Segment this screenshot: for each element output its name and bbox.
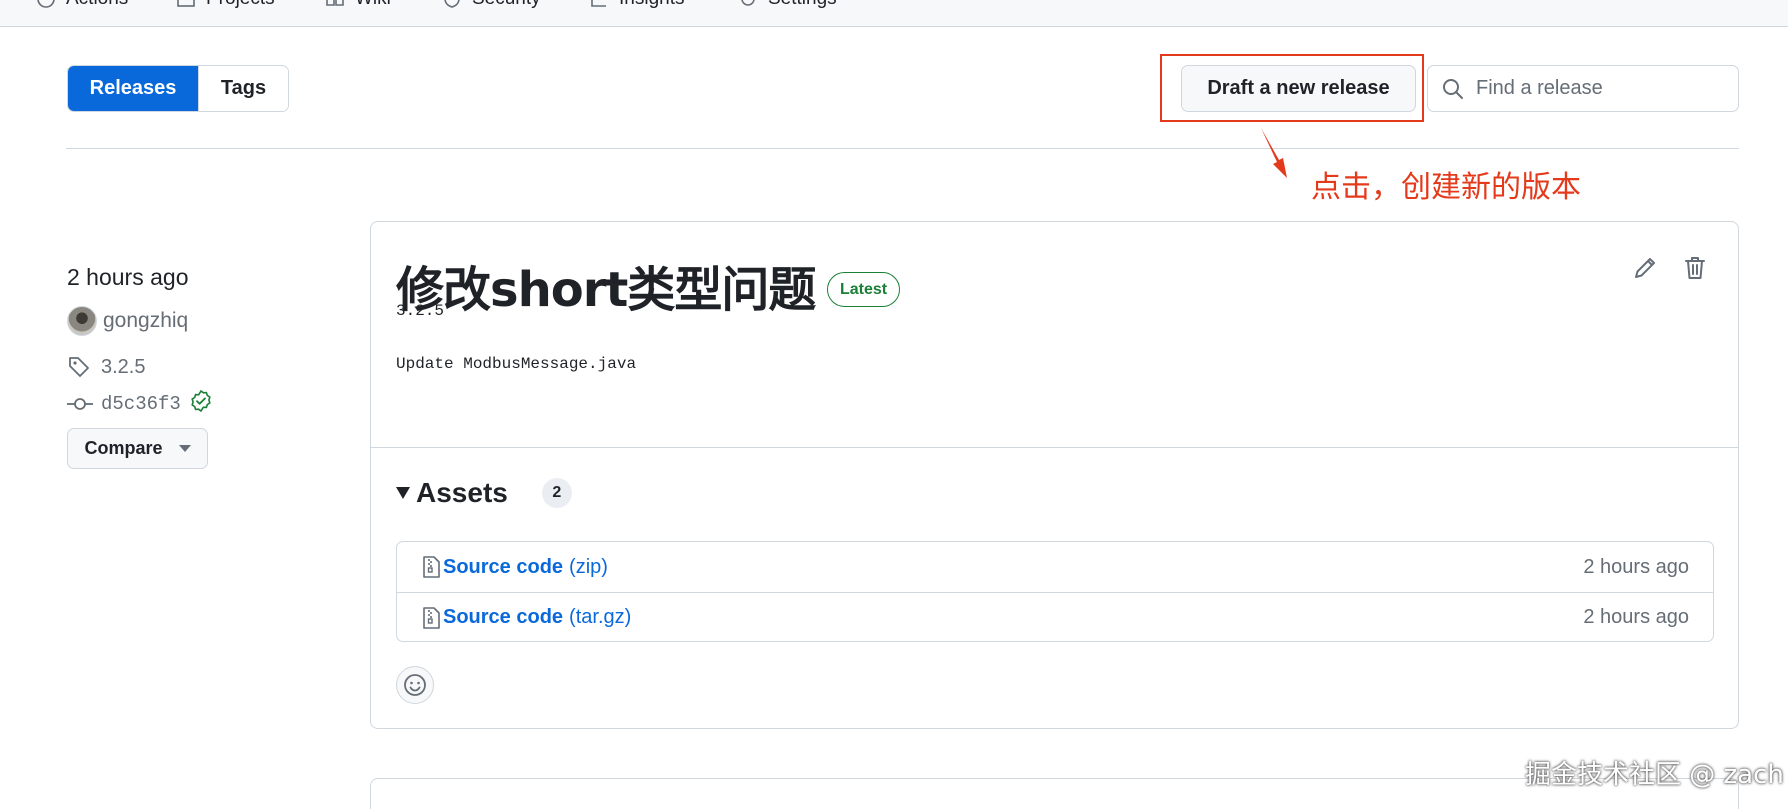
release-tag[interactable]: 3.2.5 — [67, 355, 145, 379]
asset-link-targz[interactable]: Source code — [443, 606, 563, 629]
edit-release-button[interactable] — [1631, 254, 1659, 282]
nav-insights[interactable]: Insights — [589, 0, 684, 10]
release-title[interactable]: 修改short类型问题 — [396, 250, 816, 320]
release-body-commit-msg: Update ModbusMessage.java — [396, 355, 637, 373]
release-commit[interactable]: d5c36f3 — [67, 389, 213, 419]
release-time: 2 hours ago — [67, 264, 189, 290]
nav-wiki-label: Wiki — [355, 0, 391, 10]
compare-label: Compare — [84, 438, 163, 458]
verified-icon[interactable] — [189, 389, 213, 419]
asset-time: 2 hours ago — [1583, 555, 1689, 578]
nav-settings[interactable]: Settings — [738, 0, 837, 10]
tag-icon — [69, 357, 89, 377]
table-icon — [177, 0, 195, 7]
triangle-down-icon — [396, 487, 410, 499]
nav-actions-label: Actions — [66, 0, 128, 10]
play-icon — [37, 0, 55, 8]
annotation-text: 点击，创建新的版本 — [1311, 170, 1581, 205]
releases-tab[interactable]: Releases — [68, 66, 198, 111]
release-search[interactable] — [1427, 65, 1739, 112]
watermark: 掘金技术社区 @ zach — [1525, 760, 1784, 790]
nav-projects[interactable]: Projects — [176, 0, 275, 10]
latest-badge: Latest — [827, 272, 901, 307]
compare-button[interactable]: Compare — [67, 428, 208, 469]
asset-ext-zip[interactable]: (zip) — [569, 556, 608, 579]
assets-list: Source code (zip) 2 hours ago Source cod… — [396, 541, 1714, 642]
card-divider — [371, 447, 1738, 448]
assets-toggle[interactable]: Assets 2 — [396, 477, 572, 509]
commit-icon — [67, 398, 93, 410]
header-divider — [66, 148, 1739, 149]
asset-ext-targz[interactable]: (tar.gz) — [569, 606, 631, 629]
repo-nav: Actions Projects Wiki Security Insights … — [0, 0, 1788, 27]
smiley-icon — [404, 674, 426, 696]
releases-tags-switch: Releases Tags — [67, 65, 289, 112]
trash-icon — [1685, 257, 1705, 279]
nav-insights-label: Insights — [619, 0, 684, 10]
nav-security[interactable]: Security — [442, 0, 541, 10]
file-zip-icon — [423, 556, 440, 578]
book-icon — [326, 0, 344, 6]
tags-tab[interactable]: Tags — [198, 66, 288, 111]
annotation-arrow-icon — [1261, 128, 1287, 178]
delete-release-button[interactable] — [1681, 254, 1709, 282]
commit-sha[interactable]: d5c36f3 — [101, 393, 181, 415]
nav-settings-label: Settings — [768, 0, 837, 10]
nav-actions[interactable]: Actions — [36, 0, 128, 10]
asset-link-zip[interactable]: Source code — [443, 556, 563, 579]
nav-wiki[interactable]: Wiki — [325, 0, 391, 10]
draft-release-button[interactable]: Draft a new release — [1181, 65, 1416, 112]
avatar[interactable] — [67, 306, 97, 336]
nav-projects-label: Projects — [206, 0, 275, 10]
file-zip-icon — [423, 606, 440, 629]
pencil-icon — [1635, 258, 1655, 278]
add-reaction-button[interactable] — [396, 666, 434, 704]
release-body-version: 3.2.5 — [396, 302, 445, 320]
chevron-down-icon — [178, 445, 191, 452]
release-card: 修改short类型问题 Latest 3.2.5 Update ModbusMe… — [370, 221, 1739, 729]
search-input[interactable] — [1476, 77, 1726, 100]
asset-time: 2 hours ago — [1583, 606, 1689, 628]
tag-label[interactable]: 3.2.5 — [101, 356, 145, 379]
graph-icon — [591, 0, 606, 7]
asset-row[interactable]: Source code (zip) 2 hours ago — [397, 542, 1713, 592]
shield-icon — [444, 0, 460, 8]
assets-count-badge: 2 — [541, 478, 572, 508]
asset-row[interactable]: Source code (tar.gz) 2 hours ago — [397, 592, 1713, 642]
nav-security-label: Security — [472, 0, 541, 10]
release-author[interactable]: gongzhiq — [67, 306, 188, 336]
assets-label: Assets — [416, 477, 508, 508]
gear-icon — [741, 0, 755, 6]
author-name[interactable]: gongzhiq — [103, 309, 188, 333]
search-icon — [1443, 78, 1463, 99]
